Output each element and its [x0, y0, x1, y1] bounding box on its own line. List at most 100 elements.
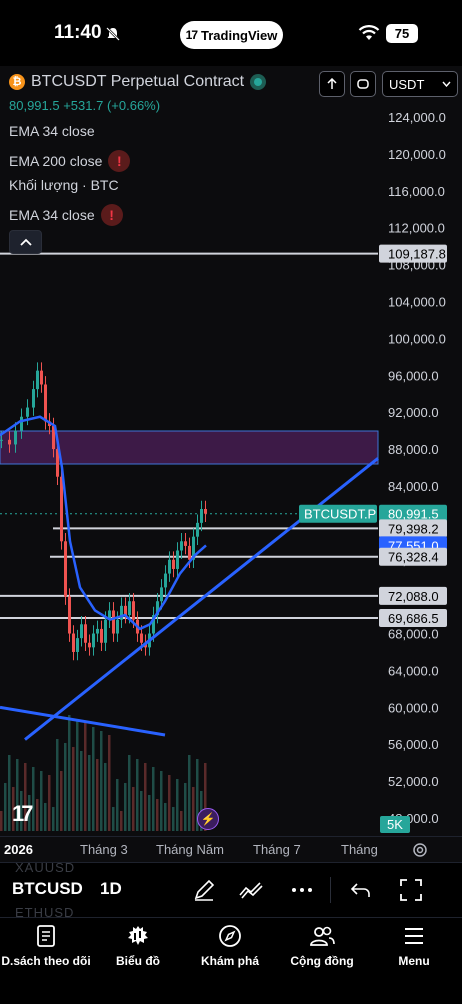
candle	[92, 625, 95, 656]
interval-button[interactable]: 1D	[100, 879, 122, 899]
chart-area[interactable]: 124,000.0 120,000.0 116,000.0 112,000.0 108,…	[0, 66, 462, 836]
last-price-symbol-label: BTCUSDT.P	[304, 507, 376, 522]
market-open-icon	[250, 74, 267, 90]
currency-value: USDT	[389, 76, 425, 92]
gear-icon[interactable]	[411, 841, 429, 859]
candle	[192, 528, 195, 569]
volume-bar	[36, 799, 39, 831]
price-scale-label: 112,000.0	[388, 221, 445, 236]
chart-icon	[128, 926, 148, 945]
candle	[64, 532, 67, 605]
symbol-legend[interactable]: ₿ BTCUSDT Perpetual Contract	[9, 73, 267, 91]
volume-bar	[124, 783, 127, 831]
undo-icon[interactable]	[348, 877, 374, 903]
candle	[204, 500, 207, 523]
volume-bar	[108, 735, 111, 831]
volume-bar	[56, 739, 59, 831]
volume-bar	[60, 771, 63, 831]
toolbar-divider	[330, 877, 331, 903]
indicator-legend-row[interactable]: EMA 200 close!	[9, 150, 131, 172]
time-label: Tháng Năm	[156, 842, 224, 857]
swap-icon	[357, 79, 369, 89]
battery-level: 75	[394, 26, 410, 41]
tab-label: Biểu đồ	[116, 954, 160, 968]
battery-indicator: 75	[386, 24, 418, 43]
arrow-up-icon	[327, 78, 337, 89]
indicator-legend-row[interactable]: Khối lượng · BTC	[9, 177, 119, 193]
tradingview-logo-icon: 17	[185, 28, 198, 42]
candle	[124, 597, 127, 624]
tab-explore[interactable]: Khám phá	[184, 924, 276, 968]
price-change: 80,991.5 +531.7 (+0.66%)	[9, 98, 161, 113]
community-icon	[310, 926, 335, 946]
more-icon[interactable]	[289, 877, 315, 903]
price-scale-label: 52,000.0	[388, 774, 439, 789]
time-label: Tháng 7	[253, 842, 301, 857]
tab-chart[interactable]: Biểu đồ	[92, 924, 184, 968]
tradingview-pill[interactable]: 17 TradingView	[180, 21, 283, 49]
time-label: 2026	[4, 842, 33, 857]
price-tag-label: 69,686.5	[388, 611, 439, 626]
currency-select[interactable]: USDT	[382, 71, 458, 97]
price-tag-label: 79,398.2	[388, 521, 439, 536]
price-scale-label: 124,000.0	[388, 110, 446, 125]
tab-label: D.sách theo dõi	[1, 954, 91, 968]
price-scale-label: 96,000.0	[388, 368, 439, 383]
volume-bar	[76, 719, 79, 831]
clock: 11:40	[54, 22, 102, 43]
volume-bar	[72, 747, 75, 831]
tab-watchlist[interactable]: D.sách theo dõi	[0, 924, 92, 968]
indicator-label: Khối lượng · BTC	[9, 177, 119, 193]
price-scale-label: 104,000.0	[388, 294, 446, 309]
candle	[120, 597, 123, 628]
volume-bar	[128, 755, 131, 831]
volume-bar	[80, 751, 83, 831]
chart-toolbar: XAUUSD BTCUSD ETHUSD 1D	[0, 860, 462, 920]
price-scale-label: 120,000.0	[388, 147, 446, 162]
descending-trendline[interactable]	[0, 705, 166, 737]
arrow-up-button[interactable]	[319, 71, 345, 97]
indicators-icon[interactable]	[238, 877, 264, 903]
volume-bar	[84, 723, 87, 831]
volume-scale-label: 5K	[380, 816, 410, 833]
indicator-label: EMA 34 close	[9, 123, 95, 139]
replay-button[interactable]	[350, 71, 376, 97]
volume-bar	[44, 803, 47, 831]
price-scale-label: 100,000.0	[388, 331, 446, 346]
candle	[196, 514, 199, 545]
price-scale-label: 84,000.0	[388, 479, 439, 494]
volume-bar	[0, 811, 3, 831]
indicator-legend-row[interactable]: EMA 34 close!	[9, 204, 123, 226]
ascending-trendline[interactable]	[24, 457, 379, 741]
flash-icon[interactable]: ⚡	[197, 808, 219, 830]
time-axis[interactable]: 2026 Tháng 3 Tháng Năm Tháng 7 Tháng	[0, 836, 462, 862]
indicator-label: EMA 200 close	[9, 153, 103, 169]
price-scale-label: 88,000.0	[388, 442, 439, 457]
candle	[200, 500, 203, 532]
tab-community[interactable]: Cộng đồng	[276, 924, 368, 968]
tab-bar: D.sách theo dõi Biểu đồ Khám phá Cộng đồ…	[0, 917, 462, 1004]
price-tag-label: 72,088.0	[388, 589, 439, 604]
tab-menu[interactable]: Menu	[368, 924, 460, 968]
volume-bar	[176, 779, 179, 831]
volume-bar	[120, 811, 123, 831]
warning-icon[interactable]: !	[108, 150, 131, 172]
volume-bar	[100, 731, 103, 831]
candle	[40, 362, 43, 393]
price-scale-label: 68,000.0	[388, 627, 439, 642]
warning-icon[interactable]: !	[100, 204, 123, 226]
candle	[80, 616, 83, 647]
collapse-legend-button[interactable]	[9, 230, 42, 254]
indicator-legend-row[interactable]: EMA 34 close	[9, 123, 95, 139]
bitcoin-icon: ₿	[9, 74, 25, 90]
tradingview-pill-label: TradingView	[201, 27, 278, 43]
candle	[164, 565, 167, 596]
draw-pen-icon[interactable]	[191, 877, 217, 903]
volume-bar	[184, 783, 187, 831]
volume-bar	[152, 767, 155, 831]
symbol-title: BTCUSDT Perpetual Contract	[31, 73, 245, 90]
fullscreen-icon[interactable]	[398, 877, 424, 903]
volume-bar	[164, 803, 167, 831]
symbol-button[interactable]: BTCUSD	[12, 879, 83, 899]
volume-bar	[168, 775, 171, 831]
